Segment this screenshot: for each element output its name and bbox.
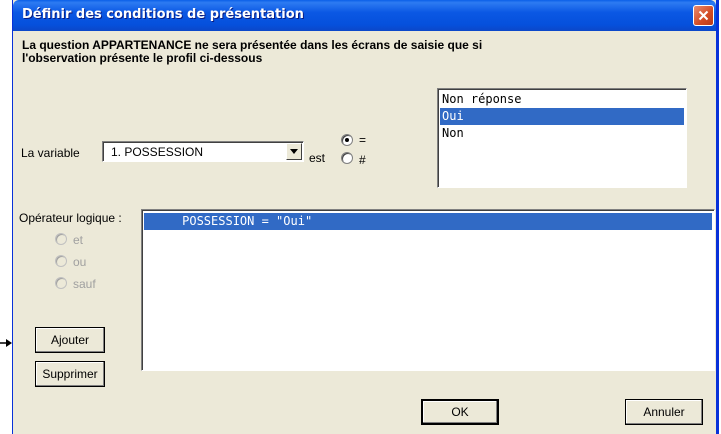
close-button[interactable]	[693, 5, 714, 26]
variable-label: La variable	[21, 146, 80, 160]
est-label: est	[309, 151, 326, 165]
radio-equals[interactable]	[341, 134, 353, 146]
ok-button[interactable]: OK	[421, 399, 499, 425]
dialog-body: La question APPARTENANCE ne sera présent…	[13, 31, 716, 434]
window-title: Définir des conditions de présentation	[22, 7, 304, 22]
radio-not-equal[interactable]	[341, 152, 353, 164]
remove-button[interactable]: Supprimer	[35, 361, 105, 387]
cancel-button[interactable]: Annuler	[625, 399, 703, 425]
close-icon	[698, 10, 709, 21]
pointer-arrow-icon	[0, 339, 12, 347]
variable-dropdown-button[interactable]	[286, 143, 302, 160]
radio-sauf-label: sauf	[73, 277, 96, 291]
radio-et[interactable]	[55, 233, 67, 245]
value-item-non[interactable]: Non	[440, 125, 684, 142]
condition-description: La question APPARTENANCE ne sera présent…	[22, 39, 642, 65]
radio-equals-dot	[345, 138, 349, 142]
value-item-oui[interactable]: Oui	[440, 108, 684, 125]
radio-not-equal-label: #	[359, 153, 366, 167]
radio-ou[interactable]	[55, 255, 67, 267]
condition-item[interactable]: POSSESSION = "Oui"	[144, 213, 712, 230]
variable-selected-value: 1. POSSESSION	[111, 145, 204, 159]
radio-et-label: et	[73, 233, 84, 247]
variable-combobox[interactable]: 1. POSSESSION	[102, 141, 304, 162]
add-button[interactable]: Ajouter	[35, 327, 105, 353]
values-listbox[interactable]: Non réponse Oui Non	[437, 88, 687, 188]
chevron-down-icon	[290, 149, 298, 154]
operator-label: Opérateur logique :	[19, 211, 122, 225]
radio-equals-label: =	[359, 133, 367, 147]
radio-ou-label: ou	[73, 255, 87, 269]
conditions-listbox[interactable]: POSSESSION = "Oui"	[141, 209, 715, 371]
value-item-non-reponse[interactable]: Non réponse	[440, 91, 684, 108]
radio-sauf[interactable]	[55, 277, 67, 289]
dialog-window: Définir des conditions de présentation L…	[12, 0, 719, 434]
title-bar[interactable]: Définir des conditions de présentation	[13, 0, 716, 31]
description-line-2: l'observation présente le profil ci-dess…	[22, 51, 263, 65]
